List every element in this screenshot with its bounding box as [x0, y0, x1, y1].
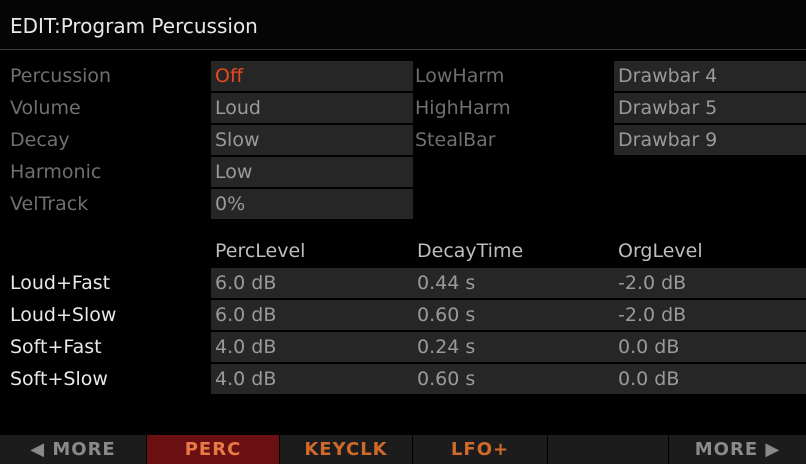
softkey-more-right[interactable]: MORE ▶: [669, 435, 806, 464]
param-label-lowharm: LowHarm: [415, 65, 505, 87]
cell-loud-fast-decaytime[interactable]: 0.44 s: [413, 268, 614, 298]
cell-soft-fast-decaytime[interactable]: 0.24 s: [413, 332, 614, 362]
cell-soft-fast-perclevel[interactable]: 4.0 dB: [211, 332, 413, 362]
param-label-veltrack: VelTrack: [10, 193, 89, 215]
cell-soft-slow-perclevel[interactable]: 4.0 dB: [211, 364, 413, 394]
row-label-loud-slow: Loud+Slow: [10, 304, 117, 326]
softkey-more-left[interactable]: ◀ MORE: [0, 435, 146, 464]
softkey-bar: ◀ MORE PERC KEYCLK LFO+ MORE ▶: [0, 435, 806, 464]
param-label-harmonic: Harmonic: [10, 161, 102, 183]
page-title: EDIT:Program Percussion: [10, 14, 258, 38]
row-label-soft-fast: Soft+Fast: [10, 336, 102, 358]
param-value-lowharm[interactable]: Drawbar 4: [614, 61, 806, 91]
param-value-harmonic[interactable]: Low: [211, 157, 413, 187]
row-label-loud-fast: Loud+Fast: [10, 272, 111, 294]
cell-loud-slow-decaytime[interactable]: 0.60 s: [413, 300, 614, 330]
title-bar: EDIT:Program Percussion: [0, 0, 806, 50]
cell-soft-fast-orglevel[interactable]: 0.0 dB: [614, 332, 806, 362]
cell-loud-slow-perclevel[interactable]: 6.0 dB: [211, 300, 413, 330]
param-label-stealbar: StealBar: [415, 129, 496, 151]
softkey-keyclk[interactable]: KEYCLK: [280, 435, 412, 464]
cell-soft-slow-decaytime[interactable]: 0.60 s: [413, 364, 614, 394]
column-header-decaytime: DecayTime: [417, 240, 524, 262]
softkey-perc[interactable]: PERC: [147, 435, 279, 464]
param-value-volume[interactable]: Loud: [211, 93, 413, 123]
cell-loud-fast-orglevel[interactable]: -2.0 dB: [614, 268, 806, 298]
softkey-blank[interactable]: [548, 435, 668, 464]
softkey-lfo[interactable]: LFO+: [413, 435, 547, 464]
param-value-stealbar[interactable]: Drawbar 9: [614, 125, 806, 155]
param-label-volume: Volume: [10, 97, 81, 119]
column-header-orglevel: OrgLevel: [618, 240, 703, 262]
column-header-perclevel: PercLevel: [215, 240, 306, 262]
param-label-highharm: HighHarm: [415, 97, 511, 119]
param-value-veltrack[interactable]: 0%: [211, 189, 413, 219]
param-value-highharm[interactable]: Drawbar 5: [614, 93, 806, 123]
param-label-percussion: Percussion: [10, 65, 112, 87]
param-label-decay: Decay: [10, 129, 70, 151]
row-label-soft-slow: Soft+Slow: [10, 368, 108, 390]
param-value-decay[interactable]: Slow: [211, 125, 413, 155]
cell-soft-slow-orglevel[interactable]: 0.0 dB: [614, 364, 806, 394]
cell-loud-fast-perclevel[interactable]: 6.0 dB: [211, 268, 413, 298]
param-value-percussion[interactable]: Off: [211, 61, 413, 91]
cell-loud-slow-orglevel[interactable]: -2.0 dB: [614, 300, 806, 330]
